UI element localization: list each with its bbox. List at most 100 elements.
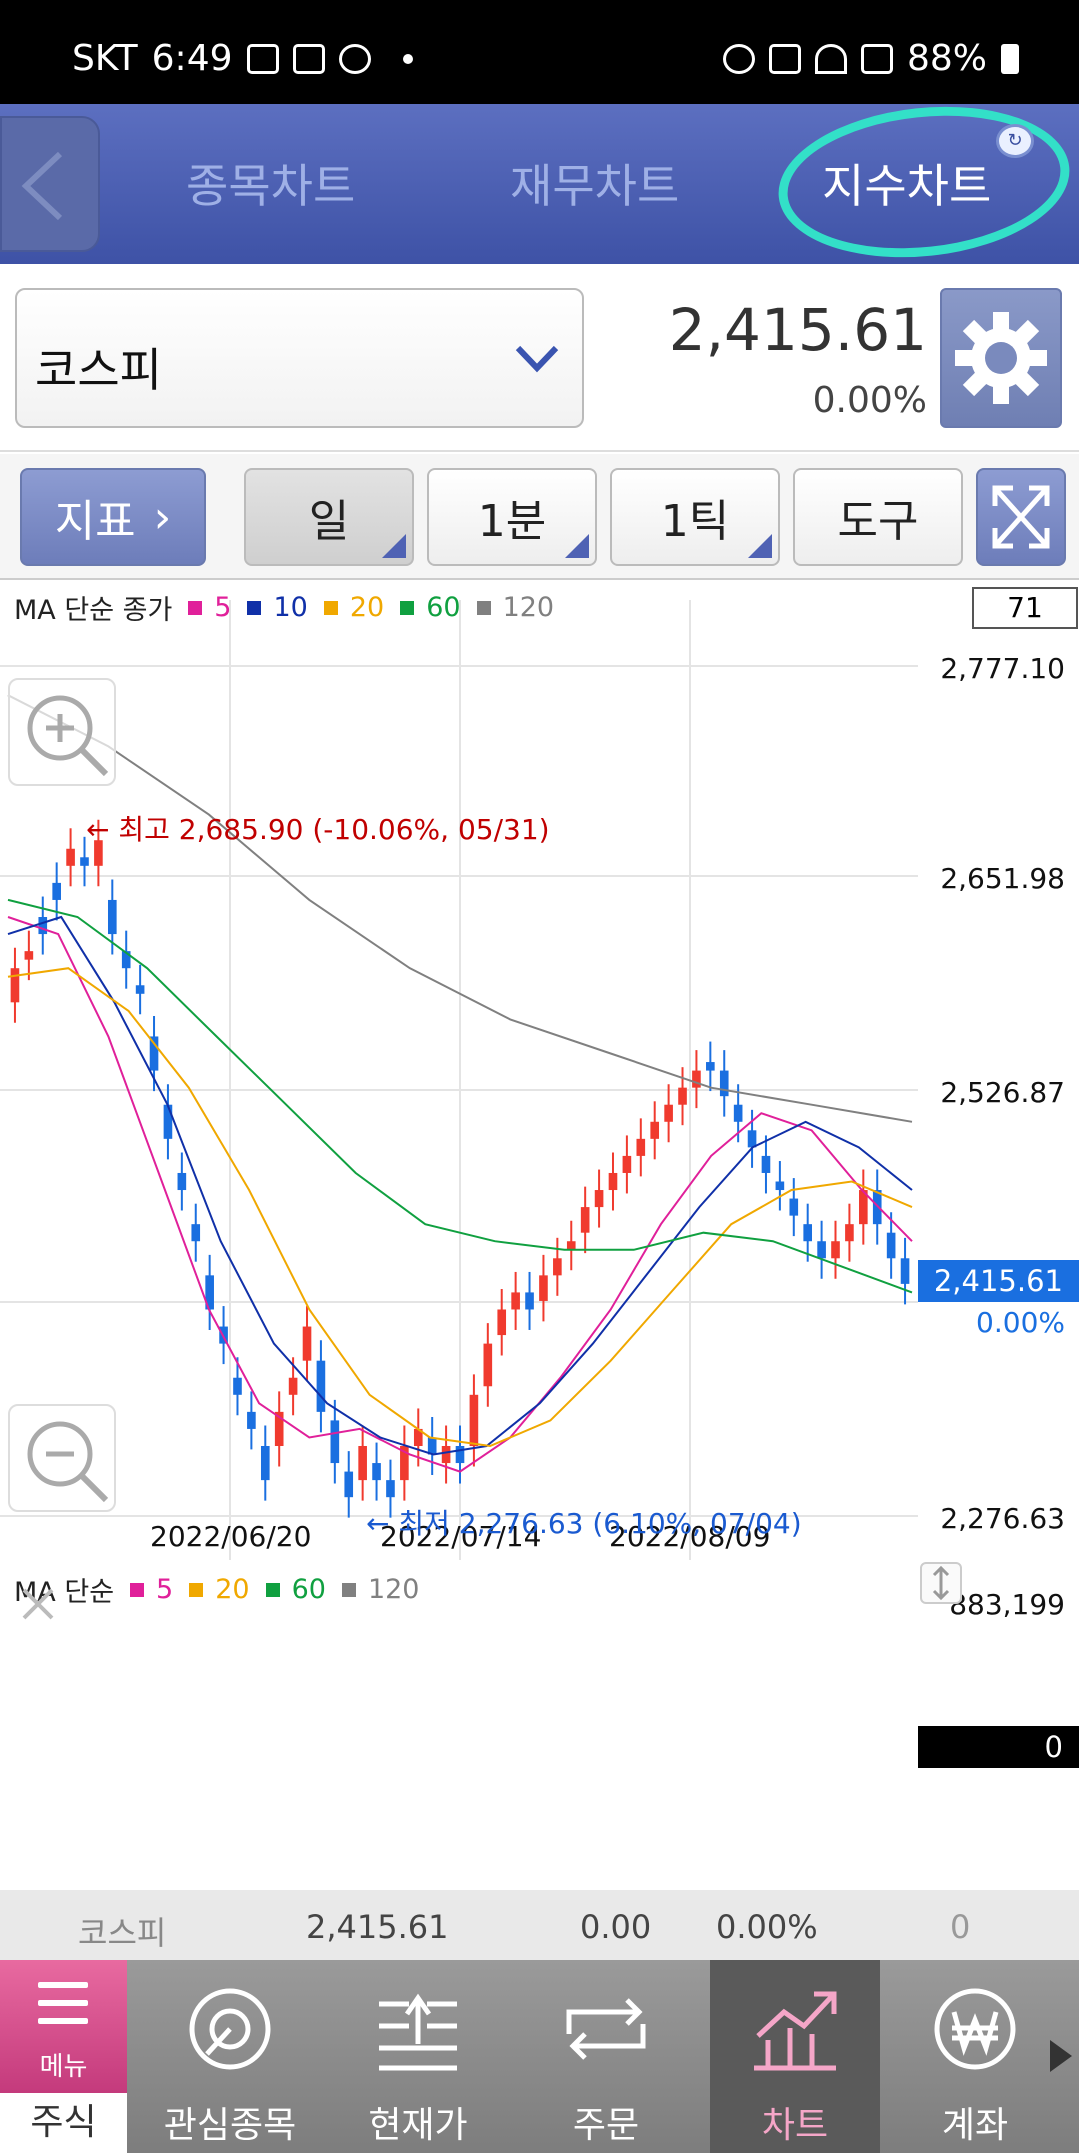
- candle: [288, 1377, 298, 1395]
- zoom-in-button[interactable]: [8, 678, 116, 786]
- nav-more-arrow-icon[interactable]: [1050, 2040, 1072, 2072]
- candle: [886, 1232, 896, 1259]
- period-tick-button[interactable]: 1틱: [610, 468, 780, 566]
- stock-dropdown[interactable]: 코스피: [15, 288, 584, 428]
- tab-financial-chart[interactable]: 재무차트: [510, 150, 679, 216]
- more-dot-icon: [402, 53, 413, 64]
- stock-name: 코스피: [35, 343, 162, 397]
- account-icon: [934, 1988, 1016, 2070]
- zoom-out-button[interactable]: [8, 1404, 116, 1512]
- dropdown-corner-icon: [382, 534, 406, 558]
- chevron-down-icon: [515, 345, 559, 373]
- candle: [358, 1445, 367, 1481]
- current-pct-label: 0.00%: [976, 1306, 1065, 1339]
- candle: [664, 1104, 673, 1122]
- legend-swatch: [188, 600, 203, 615]
- candle: [177, 1172, 187, 1191]
- expand-button[interactable]: [976, 468, 1066, 566]
- vol-legend-ma60: 60: [291, 1574, 326, 1605]
- wifi-icon: [814, 43, 847, 74]
- candle: [845, 1224, 854, 1242]
- candle: [344, 1471, 354, 1498]
- vol-legend-ma5: 5: [156, 1574, 174, 1605]
- y-tick-label: 2,276.63: [940, 1502, 1065, 1535]
- app-screen: { "status": {"carrier": "SKT", "time": "…: [0, 0, 1079, 2153]
- nav-watchlist[interactable]: 관심종목: [145, 1960, 315, 2153]
- candle: [789, 1198, 799, 1216]
- candle: [427, 1437, 437, 1455]
- back-button[interactable]: [0, 116, 100, 252]
- nav-account[interactable]: 계좌: [900, 1960, 1050, 2153]
- candle: [580, 1207, 590, 1233]
- tools-label: 도구: [837, 496, 919, 547]
- candle: [761, 1155, 771, 1173]
- candle: [497, 1309, 507, 1336]
- menu-label: 메뉴: [39, 2052, 88, 2082]
- candle: [706, 1062, 715, 1071]
- candle: [441, 1445, 451, 1464]
- summary-change: 0.00: [580, 1908, 652, 1946]
- vol-legend-ma120: 120: [367, 1574, 420, 1605]
- candle: [539, 1275, 548, 1301]
- indicator-button[interactable]: 지표 ›: [20, 468, 206, 566]
- legend-ma120: 120: [502, 592, 555, 623]
- indicator-label: 지표: [54, 496, 136, 547]
- summary-volume: 0: [950, 1908, 971, 1946]
- chevron-right-icon: ›: [153, 491, 172, 543]
- candle: [747, 1130, 757, 1148]
- alarm-icon: [722, 43, 755, 74]
- candle: [719, 1070, 729, 1097]
- legend-swatch: [130, 1582, 145, 1597]
- nav-order[interactable]: 주문: [521, 1960, 691, 2153]
- candle: [52, 882, 61, 900]
- legend-ma20: 20: [349, 592, 385, 623]
- call-icon: [292, 43, 325, 74]
- legend-swatch: [189, 1582, 204, 1597]
- candle: [636, 1138, 646, 1156]
- tab-stock-chart[interactable]: 종목차트: [186, 150, 355, 216]
- tools-button[interactable]: 도구: [793, 468, 963, 566]
- price-chart[interactable]: [0, 580, 1079, 1560]
- candle: [622, 1155, 632, 1173]
- summary-pct: 0.00%: [716, 1908, 818, 1946]
- candle-count[interactable]: 71: [972, 587, 1078, 629]
- y-tick-label: 2,651.98: [940, 862, 1065, 895]
- market-selector[interactable]: 주식: [0, 2093, 127, 2153]
- period-minute-button[interactable]: 1분: [427, 468, 597, 566]
- volume-max-label: 883,199: [949, 1588, 1065, 1621]
- period-day-button[interactable]: 일: [244, 468, 414, 566]
- mute-icon: [768, 43, 801, 74]
- watchlist-icon: [189, 1988, 271, 2070]
- battery-icon: [1001, 43, 1019, 74]
- period-tick-label: 1틱: [660, 496, 730, 547]
- volume-current-marker: 0: [918, 1726, 1079, 1768]
- gear-icon: [955, 312, 1047, 404]
- current-price-marker: 2,415.61: [918, 1260, 1079, 1302]
- legend-ma5: 5: [214, 592, 232, 623]
- candle: [803, 1224, 813, 1242]
- candle: [455, 1445, 465, 1464]
- close-panel-button[interactable]: [20, 1586, 56, 1622]
- nav-order-label: 주문: [572, 2105, 640, 2146]
- candle: [247, 1411, 256, 1429]
- candle: [608, 1172, 618, 1191]
- candle: [511, 1292, 520, 1310]
- signal-icon: [860, 43, 893, 74]
- candle: [469, 1394, 479, 1446]
- menu-button[interactable]: 메뉴: [0, 1960, 127, 2093]
- candle: [163, 1104, 173, 1139]
- chart-area[interactable]: [0, 580, 1079, 1560]
- candle: [191, 1224, 201, 1242]
- carrier: SKT: [72, 38, 138, 79]
- settings-button[interactable]: [940, 288, 1062, 428]
- panel-resize-button[interactable]: [920, 1562, 962, 1604]
- candle: [302, 1326, 312, 1361]
- nav-quote[interactable]: 현재가: [333, 1960, 503, 2153]
- dropdown-corner-icon: [748, 534, 772, 558]
- candle: [386, 1480, 395, 1498]
- candle: [817, 1241, 826, 1259]
- candle: [692, 1070, 701, 1088]
- nav-chart[interactable]: 차트: [710, 1960, 880, 2153]
- candle: [594, 1190, 604, 1208]
- candle: [66, 848, 75, 866]
